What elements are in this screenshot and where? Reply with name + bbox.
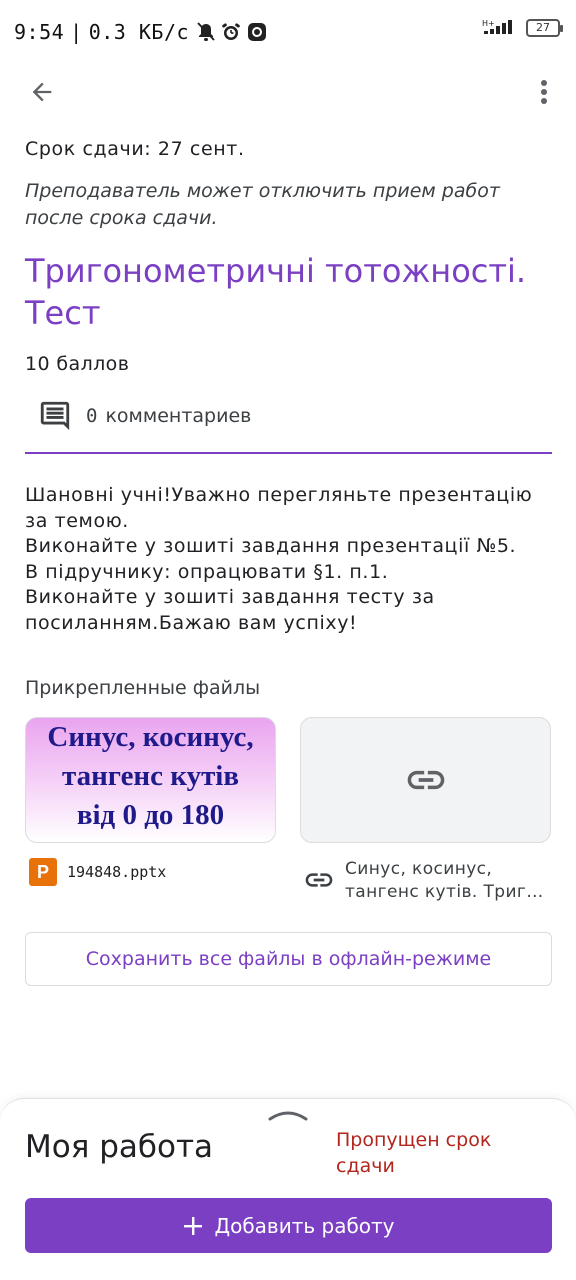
description-line: посиланням.Бажаю вам успіху!	[25, 611, 358, 634]
description-line: Виконайте у зошиті завдання тесту за	[25, 586, 435, 608]
status-speed: 0.3 КБ/с	[88, 20, 190, 44]
status-bar: 9:54 | 0.3 КБ/с H+ 27	[0, 0, 576, 64]
description-line: Шановні учні!Уважно перегляньте презента…	[25, 484, 533, 506]
battery-icon: 27	[526, 19, 563, 37]
status-icons	[197, 22, 267, 42]
powerpoint-file-icon: P	[29, 858, 57, 886]
points: 10 баллов	[25, 353, 130, 375]
pptx-file-name: 194848.pptx	[67, 863, 167, 881]
link-title-line: Синус, косинус,	[345, 859, 493, 879]
link-title-line: тангенс кутів. Триг…	[345, 882, 544, 902]
back-button[interactable]	[22, 76, 62, 108]
save-offline-button[interactable]: Сохранить все файлы в офлайн-режиме	[25, 932, 552, 986]
more-options-button[interactable]	[532, 74, 556, 110]
title-divider	[25, 452, 552, 454]
status-left: 9:54 | 0.3 КБ/с	[14, 20, 267, 44]
link-icon	[407, 770, 444, 790]
bell-off-icon	[197, 22, 215, 41]
app-notification-icon	[248, 23, 267, 41]
more-vert-icon	[541, 80, 547, 104]
add-work-button[interactable]: Добавить работу	[25, 1198, 552, 1253]
signal-icon: H+	[482, 19, 512, 34]
plus-icon	[184, 1216, 203, 1235]
comment-icon	[40, 401, 70, 431]
assignment-title: Тригонометричні тотожності. Тест	[25, 252, 527, 332]
top-app-bar	[0, 64, 576, 120]
assignment-description: Шановні учні!Уважно перегляньте презента…	[25, 483, 555, 636]
alarm-icon	[222, 23, 240, 40]
comments-label: комментариев	[105, 405, 252, 427]
link-attachment-preview[interactable]	[300, 717, 551, 843]
comments-count: 0	[86, 405, 98, 427]
status-right: H+ 27	[482, 18, 563, 38]
class-comments-link[interactable]: 0 комментариев	[38, 396, 251, 436]
link-icon	[305, 873, 333, 887]
expand-handle-icon[interactable]	[268, 1109, 308, 1121]
attachments-label: Прикрепленные файлы	[25, 677, 261, 699]
due-date: Срок сдачи: 27 сент.	[25, 138, 245, 160]
status-separator: |	[70, 20, 83, 44]
pptx-preview-line: Синус, косинус,	[47, 721, 254, 753]
pptx-preview-line: тангенс кутів	[61, 760, 240, 792]
missed-status: Пропущен срок сдачи	[336, 1129, 492, 1177]
description-line: за темою.	[25, 509, 129, 532]
pptx-preview-text: Синус, косинус, тангенс кутів від 0 до 1…	[26, 718, 275, 835]
description-line: В підручнику: опрацювати §1. п.1.	[25, 560, 389, 583]
my-work-sheet: Моя работа Пропущен срок сдачи Добавить …	[0, 1098, 576, 1280]
status-time: 9:54	[14, 20, 65, 44]
my-work-title: Моя работа	[25, 1129, 214, 1165]
late-submission-note: Преподаватель может отключить прием рабо…	[25, 180, 500, 229]
svg-text:H+: H+	[482, 19, 495, 28]
pptx-attachment-preview[interactable]: Синус, косинус, тангенс кутів від 0 до 1…	[25, 717, 276, 843]
pptx-attachment-caption[interactable]: P 194848.pptx	[29, 858, 166, 886]
pptx-preview-line: від 0 до 180	[76, 799, 225, 831]
description-line: Виконайте у зошиті завдання презентації …	[25, 535, 517, 557]
link-title: Синус, косинус, тангенс кутів. Триг…	[345, 858, 545, 904]
arrow-back-icon	[32, 82, 52, 102]
add-work-label: Добавить работу	[214, 1213, 395, 1238]
link-attachment-caption[interactable]: Синус, косинус, тангенс кутів. Триг…	[303, 858, 553, 904]
